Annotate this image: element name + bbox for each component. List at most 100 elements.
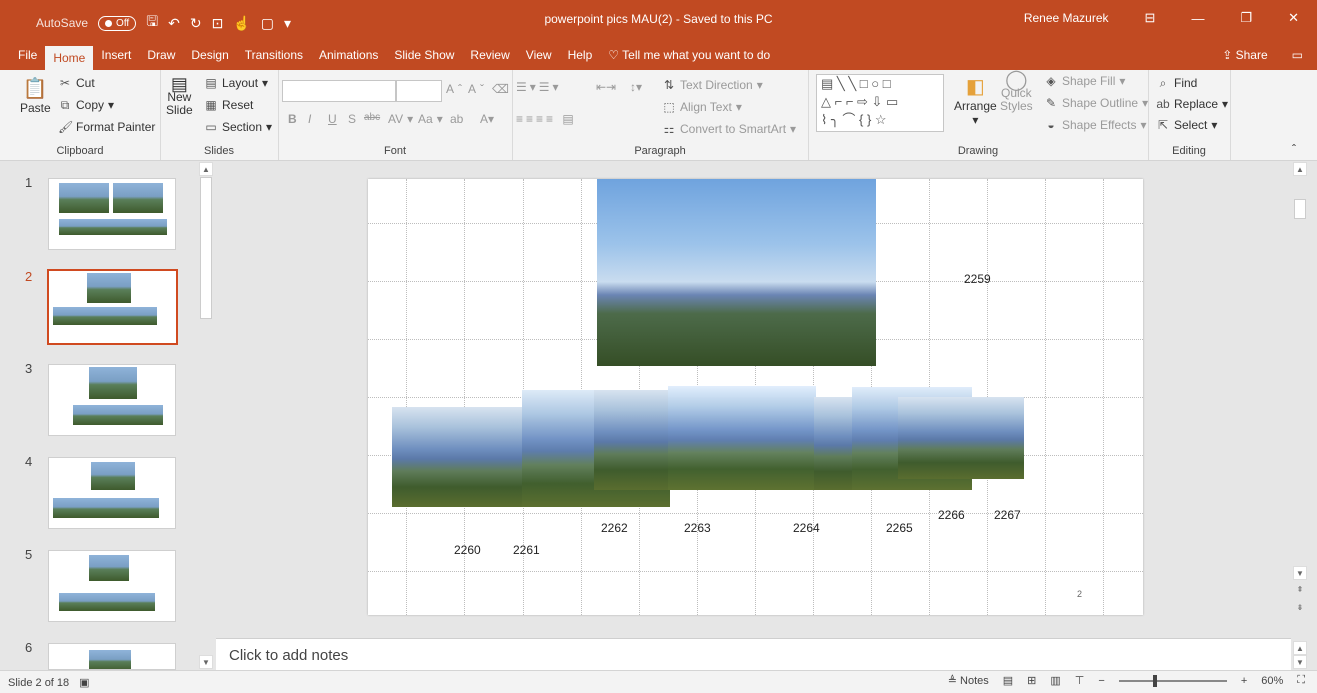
caption-2262[interactable]: 2262 xyxy=(601,521,628,535)
notes-scroll-up-icon[interactable]: ▲ xyxy=(1293,641,1307,655)
tab-file[interactable]: File xyxy=(10,40,45,70)
align-text-button[interactable]: ⬚ Align Text ▾ xyxy=(662,100,742,114)
reading-view-icon[interactable]: ▥ xyxy=(1050,674,1060,687)
shape-outline-button[interactable]: ✎ Shape Outline ▾ xyxy=(1044,96,1148,110)
cut-button[interactable]: ✂ Cut xyxy=(58,76,95,90)
scrollbar-thumb[interactable] xyxy=(200,177,212,319)
scroll-down-icon[interactable]: ▼ xyxy=(1293,566,1307,580)
spelling-icon[interactable]: ▣ xyxy=(79,676,89,689)
highlight-icon[interactable]: ab xyxy=(450,112,463,126)
arrange-button[interactable]: ◧ Arrange ▾ xyxy=(954,74,997,127)
grow-font-button[interactable]: Aˆ xyxy=(446,82,462,96)
shape-fill-button[interactable]: ◈ Shape Fill ▾ xyxy=(1044,74,1125,88)
font-color-icon[interactable]: A▾ xyxy=(480,112,494,126)
shape-effects-button[interactable]: ◒ Shape Effects ▾ xyxy=(1044,118,1146,132)
slide-scrollbar[interactable]: ▲ ▼ ⇞ ⇟ ▲ ▼ xyxy=(1292,161,1308,670)
photo-2263[interactable] xyxy=(668,386,816,490)
tab-slide-show[interactable]: Slide Show xyxy=(386,40,462,70)
notes-scroll-down-icon[interactable]: ▼ xyxy=(1293,655,1307,669)
minimize-icon[interactable]: — xyxy=(1191,11,1204,26)
bold-button[interactable]: B xyxy=(288,112,297,126)
slide-thumbnail-5[interactable] xyxy=(48,550,176,622)
tab-animations[interactable]: Animations xyxy=(311,40,386,70)
user-name[interactable]: Renee Mazurek xyxy=(1024,11,1109,25)
new-slide-button[interactable]: ▤ New Slide xyxy=(166,75,193,117)
font-size-dropdown[interactable] xyxy=(396,80,442,102)
align-icons[interactable]: ≡≡≡≡ ▤ xyxy=(516,112,577,126)
scrollbar-thumb[interactable] xyxy=(1294,199,1306,219)
photo-2266[interactable] xyxy=(898,397,1024,479)
caption-2260[interactable]: 2260 xyxy=(454,543,481,557)
char-spacing-button[interactable]: AV ▾ xyxy=(388,112,413,126)
share-button[interactable]: ⇪ Share xyxy=(1222,48,1267,62)
normal-view-icon[interactable]: ▤ xyxy=(1003,674,1013,687)
slide-thumbnail-1[interactable] xyxy=(48,178,176,250)
bullets-icon[interactable]: ☰▾☰▾ xyxy=(516,80,562,94)
scroll-down-icon[interactable]: ▼ xyxy=(199,655,213,669)
next-slide-icon[interactable]: ⇟ xyxy=(1293,601,1307,615)
caption-2265[interactable]: 2265 xyxy=(886,521,913,535)
slide-thumbnail-6[interactable] xyxy=(48,643,176,670)
change-case-button[interactable]: Aa ▾ xyxy=(418,112,443,126)
font-name-dropdown[interactable] xyxy=(282,80,396,102)
select-button[interactable]: ⇱ Select ▾ xyxy=(1156,118,1217,132)
section-button[interactable]: ▭ Section ▾ xyxy=(204,120,272,134)
clear-format-icon[interactable]: ⌫ xyxy=(492,82,509,96)
caption-2266[interactable]: 2266 xyxy=(938,508,965,522)
paste-button[interactable]: 📋 Paste xyxy=(20,76,51,115)
ribbon-display-icon[interactable]: ⊟ xyxy=(1145,10,1156,26)
quick-styles-button[interactable]: ◯ Quick Styles xyxy=(1000,70,1033,113)
zoom-level[interactable]: 60% xyxy=(1261,675,1283,687)
caption-2264[interactable]: 2264 xyxy=(793,521,820,535)
current-slide[interactable]: 2259 2260 2261 2262 2263 2264 2265 2266 … xyxy=(368,179,1143,615)
tab-draw[interactable]: Draw xyxy=(139,40,183,70)
notes-pane[interactable]: Click to add notes xyxy=(216,638,1291,671)
tab-insert[interactable]: Insert xyxy=(93,40,139,70)
zoom-slider-knob[interactable] xyxy=(1152,674,1157,687)
restore-icon[interactable]: ❐ xyxy=(1240,10,1252,26)
close-icon[interactable]: ✕ xyxy=(1288,10,1299,26)
find-button[interactable]: ⌕ Find xyxy=(1156,76,1198,90)
caption-2259[interactable]: 2259 xyxy=(964,272,991,286)
shadow-button[interactable]: S xyxy=(348,112,356,126)
collapse-ribbon-icon[interactable]: ˆ xyxy=(1292,142,1296,156)
slideshow-icon[interactable]: ⊤ xyxy=(1075,674,1085,687)
slide-thumbnail-2[interactable] xyxy=(47,269,178,345)
previous-slide-icon[interactable]: ⇞ xyxy=(1293,583,1307,597)
caption-2261[interactable]: 2261 xyxy=(513,543,540,557)
scroll-up-icon[interactable]: ▲ xyxy=(1293,162,1307,176)
line-spacing-icon[interactable]: ↕▾ xyxy=(630,80,642,94)
shapes-gallery[interactable]: ▤ ╲ ╲ □ ○ □ △ ⌐ ⌐ ⇨ ⇩ ▭ ⌇ ╮ ⌒ { } ☆ xyxy=(816,74,944,132)
tell-me-search[interactable]: ♡ Tell me what you want to do xyxy=(600,48,778,62)
reset-button[interactable]: ▦ Reset xyxy=(204,98,253,112)
fit-to-window-icon[interactable]: ⛶ xyxy=(1297,674,1305,687)
indent-icon[interactable]: ⇤⇥ xyxy=(596,80,616,94)
slide-sorter-icon[interactable]: ⊞ xyxy=(1027,674,1036,687)
format-painter-button[interactable]: 🖌 Format Painter xyxy=(58,120,155,134)
notes-placeholder[interactable]: Click to add notes xyxy=(229,647,348,664)
tab-help[interactable]: Help xyxy=(560,40,601,70)
zoom-in-icon[interactable]: + xyxy=(1241,675,1247,687)
layout-button[interactable]: ▤ Layout ▾ xyxy=(204,76,268,90)
slide-thumbnail-3[interactable] xyxy=(48,364,176,436)
tab-transitions[interactable]: Transitions xyxy=(237,40,311,70)
shrink-font-button[interactable]: Aˇ xyxy=(468,82,484,96)
convert-smartart-button[interactable]: ⚏ Convert to SmartArt ▾ xyxy=(662,122,796,136)
thumbnail-scrollbar[interactable]: ▲ ▼ xyxy=(198,161,214,670)
replace-button[interactable]: ab Replace ▾ xyxy=(1156,97,1228,111)
tab-view[interactable]: View xyxy=(518,40,560,70)
tab-home[interactable]: Home xyxy=(45,46,94,70)
caption-2263[interactable]: 2263 xyxy=(684,521,711,535)
zoom-out-icon[interactable]: − xyxy=(1098,675,1104,687)
strikethrough-button[interactable]: abc xyxy=(364,112,380,123)
underline-button[interactable]: U xyxy=(328,112,337,126)
text-direction-button[interactable]: ⇅ Text Direction ▾ xyxy=(662,78,763,92)
zoom-slider[interactable] xyxy=(1118,674,1227,687)
caption-2267[interactable]: 2267 xyxy=(994,508,1021,522)
notes-toggle[interactable]: ≜ Notes xyxy=(948,674,989,687)
slide-thumbnail-4[interactable] xyxy=(48,457,176,529)
tab-design[interactable]: Design xyxy=(183,40,236,70)
copy-button[interactable]: ⧉ Copy ▾ xyxy=(58,98,114,112)
tab-review[interactable]: Review xyxy=(462,40,517,70)
italic-button[interactable]: I xyxy=(308,112,311,126)
